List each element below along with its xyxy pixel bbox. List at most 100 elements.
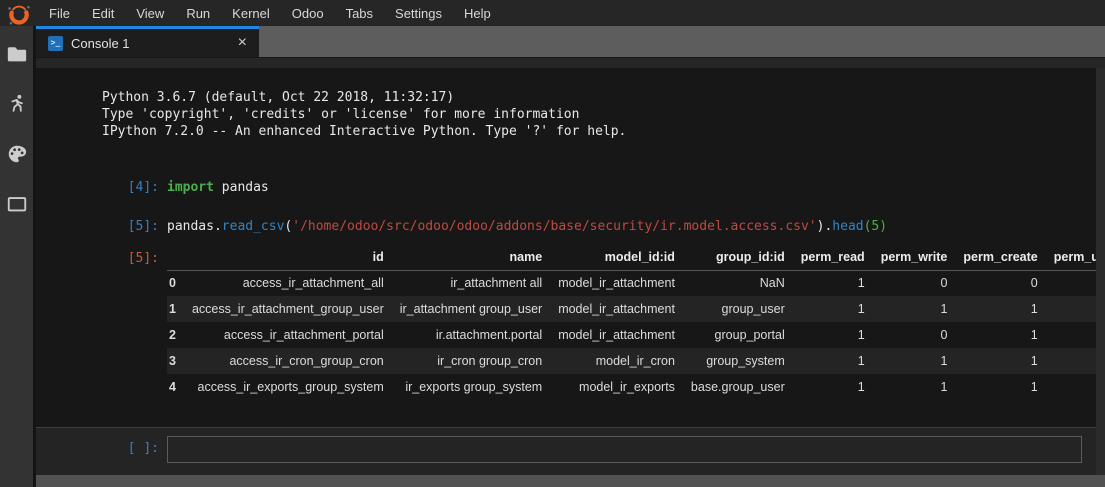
table-row: 1access_ir_attachment_group_userir_attac… xyxy=(167,296,1096,322)
console-toolbar xyxy=(36,57,1105,68)
column-header: model_id:id xyxy=(542,246,675,270)
row-index: 0 xyxy=(167,270,176,296)
table-cell: 1 xyxy=(1038,348,1096,374)
table-cell: 1 xyxy=(865,296,948,322)
table-cell: ir_attachment all xyxy=(384,270,542,296)
banner-line: Python 3.6.7 (default, Oct 22 2018, 11:3… xyxy=(102,89,1096,106)
menubar-items: FileEditViewRunKernelOdooTabsSettingsHel… xyxy=(38,6,502,21)
table-cell: group_user xyxy=(675,296,785,322)
menu-tabs[interactable]: Tabs xyxy=(335,6,384,21)
console-code-input[interactable] xyxy=(167,436,1082,463)
table-cell: 0 xyxy=(1038,322,1096,348)
table-cell: ir_cron group_cron xyxy=(384,348,542,374)
table-cell: 1 xyxy=(785,322,865,348)
table-cell: 1 xyxy=(947,374,1037,400)
table-cell: model_ir_attachment xyxy=(542,322,675,348)
output-prompt: [5]: xyxy=(36,246,159,400)
table-row: 0access_ir_attachment_allir_attachment a… xyxy=(167,270,1096,296)
dataframe-table: idnamemodel_id:idgroup_id:idperm_readper… xyxy=(167,246,1096,400)
table-cell: model_ir_attachment xyxy=(542,296,675,322)
output-row: [5]: idnamemodel_id:idgroup_id:idperm_re… xyxy=(36,246,1096,400)
row-index: 3 xyxy=(167,348,176,374)
command-palette-icon[interactable] xyxy=(6,143,28,165)
console-banner: Python 3.6.7 (default, Oct 22 2018, 11:3… xyxy=(102,89,1096,140)
column-header: perm_write xyxy=(865,246,948,270)
table-cell: model_ir_cron xyxy=(542,348,675,374)
tabbar: >_ Console 1 × xyxy=(36,26,1105,57)
execution-prompt: [5]: xyxy=(36,218,159,235)
table-cell: access_ir_attachment_portal xyxy=(176,322,384,348)
tab-close-icon[interactable]: × xyxy=(234,34,251,52)
table-cell: group_portal xyxy=(675,322,785,348)
table-cell: model_ir_attachment xyxy=(542,270,675,296)
table-cell: ir_attachment group_user xyxy=(384,296,542,322)
table-cell: 0 xyxy=(947,270,1037,296)
table-cell: 1 xyxy=(1038,374,1096,400)
table-row: 4access_ir_exports_group_systemir_export… xyxy=(167,374,1096,400)
open-tabs-icon[interactable] xyxy=(6,193,28,215)
table-cell: access_ir_attachment_group_user xyxy=(176,296,384,322)
table-row: 2access_ir_attachment_portalir.attachmen… xyxy=(167,322,1096,348)
console-input-area: [ ]: xyxy=(36,427,1096,475)
console-panel: Python 3.6.7 (default, Oct 22 2018, 11:3… xyxy=(36,68,1105,475)
table-cell: access_ir_exports_group_system xyxy=(176,374,384,400)
table-cell: 1 xyxy=(865,374,948,400)
code-line: import pandas xyxy=(167,179,269,196)
table-cell: ir_exports group_system xyxy=(384,374,542,400)
odoo-spinner-logo xyxy=(6,2,32,26)
menu-run[interactable]: Run xyxy=(175,6,221,21)
row-index: 4 xyxy=(167,374,176,400)
table-cell: 0 xyxy=(1038,270,1096,296)
menu-edit[interactable]: Edit xyxy=(81,6,125,21)
table-cell: 1 xyxy=(785,348,865,374)
table-cell: model_ir_exports xyxy=(542,374,675,400)
dataframe-body: 0access_ir_attachment_allir_attachment a… xyxy=(167,270,1096,400)
column-header xyxy=(167,246,176,270)
file-browser-icon[interactable] xyxy=(6,43,28,65)
code-cell: [4]: import pandas xyxy=(36,179,1096,196)
table-row: 3access_ir_cron_group_cronir_cron group_… xyxy=(167,348,1096,374)
table-cell: access_ir_attachment_all xyxy=(176,270,384,296)
code-line: pandas.read_csv('/home/odoo/src/odoo/odo… xyxy=(167,218,887,235)
table-cell: 1 xyxy=(947,348,1037,374)
table-cell: 1 xyxy=(785,374,865,400)
column-header: id xyxy=(176,246,384,270)
dataframe-header: idnamemodel_id:idgroup_id:idperm_readper… xyxy=(167,246,1096,270)
table-cell: 1 xyxy=(1038,296,1096,322)
console-scroll-area[interactable]: Python 3.6.7 (default, Oct 22 2018, 11:3… xyxy=(36,68,1096,427)
column-header: group_id:id xyxy=(675,246,785,270)
table-cell: 1 xyxy=(785,296,865,322)
table-cell: ir.attachment.portal xyxy=(384,322,542,348)
execution-prompt: [4]: xyxy=(36,179,159,196)
table-cell: 1 xyxy=(865,348,948,374)
menu-help[interactable]: Help xyxy=(453,6,502,21)
running-sessions-icon[interactable] xyxy=(6,93,28,115)
row-index: 1 xyxy=(167,296,176,322)
tab-label: Console 1 xyxy=(71,36,130,51)
table-header-row: idnamemodel_id:idgroup_id:idperm_readper… xyxy=(167,246,1096,270)
table-cell: base.group_user xyxy=(675,374,785,400)
menu-file[interactable]: File xyxy=(38,6,81,21)
table-cell: 1 xyxy=(947,296,1037,322)
bottom-strip xyxy=(36,475,1105,487)
code-cell: [5]: pandas.read_csv('/home/odoo/src/odoo… xyxy=(36,218,1096,235)
tab-console-1[interactable]: >_ Console 1 × xyxy=(36,26,259,57)
table-cell: 0 xyxy=(865,322,948,348)
menu-kernel[interactable]: Kernel xyxy=(221,6,281,21)
column-header: perm_create xyxy=(947,246,1037,270)
row-index: 2 xyxy=(167,322,176,348)
table-cell: group_system xyxy=(675,348,785,374)
banner-line: IPython 7.2.0 -- An enhanced Interactive… xyxy=(102,123,1096,140)
menu-settings[interactable]: Settings xyxy=(384,6,453,21)
menu-odoo[interactable]: Odoo xyxy=(281,6,335,21)
table-cell: NaN xyxy=(675,270,785,296)
column-header: name xyxy=(384,246,542,270)
console-cells: [4]: import pandas [5]: pandas.read_csv('/h… xyxy=(36,179,1096,235)
table-cell: access_ir_cron_group_cron xyxy=(176,348,384,374)
input-area-prompt: [ ]: xyxy=(36,436,159,456)
menubar: FileEditViewRunKernelOdooTabsSettingsHel… xyxy=(0,0,1105,26)
table-cell: 1 xyxy=(947,322,1037,348)
table-cell: 1 xyxy=(785,270,865,296)
menu-view[interactable]: View xyxy=(125,6,175,21)
main-panel: >_ Console 1 × Python 3.6.7 (default, Oc… xyxy=(36,26,1105,487)
